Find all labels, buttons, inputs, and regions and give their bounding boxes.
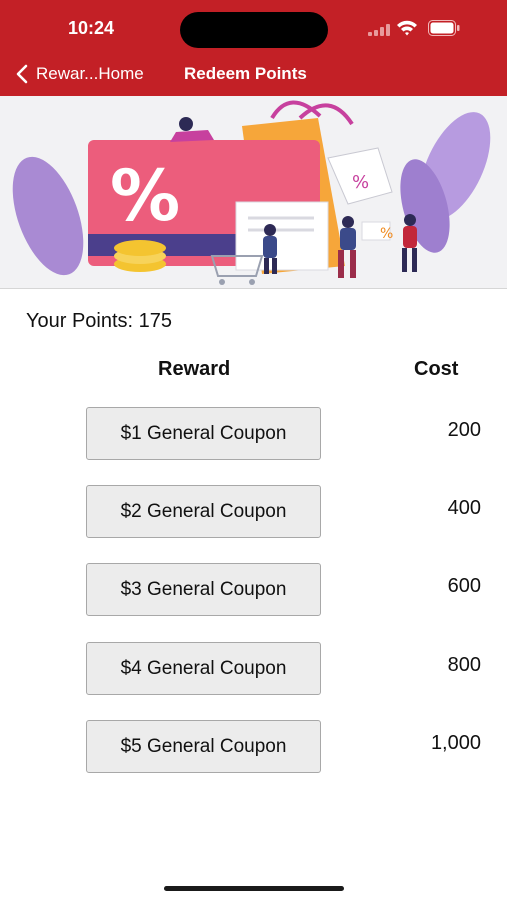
dynamic-island bbox=[180, 12, 328, 48]
reward-row: $1 General Coupon 200 bbox=[0, 407, 507, 461]
coupon-5-cost: 1,000 bbox=[430, 732, 481, 754]
page-title: Redeem Points bbox=[184, 64, 307, 83]
column-header-cost: Cost bbox=[414, 358, 459, 380]
status-time: 10:24 bbox=[68, 18, 115, 38]
promo-banner: % % % bbox=[0, 96, 507, 288]
coupon-2-button[interactable]: $2 General Coupon bbox=[86, 485, 321, 538]
points-balance: Your Points: 175 bbox=[26, 310, 173, 332]
coupon-1-button[interactable]: $1 General Coupon bbox=[86, 407, 321, 460]
header-bar: 10:24 Rewar...Home Redeem Points bbox=[0, 0, 507, 96]
cellular-signal-icon bbox=[368, 24, 390, 36]
coupon-4-button[interactable]: $4 General Coupon bbox=[86, 642, 321, 695]
reward-row: $5 General Coupon 1,000 bbox=[0, 720, 507, 774]
chevron-left-icon bbox=[16, 64, 28, 84]
svg-text:%: % bbox=[380, 226, 393, 242]
coupon-2-cost: 400 bbox=[447, 497, 481, 519]
battery-icon bbox=[428, 20, 460, 36]
coupon-1-cost: 200 bbox=[447, 419, 481, 441]
promo-sale-illustration: % % % bbox=[0, 96, 507, 288]
reward-row: $4 General Coupon 800 bbox=[0, 642, 507, 696]
coupon-3-cost: 600 bbox=[447, 575, 481, 597]
reward-row: $2 General Coupon 400 bbox=[0, 485, 507, 539]
back-button-label: Rewar...Home bbox=[36, 64, 144, 83]
coupon-4-cost: 800 bbox=[447, 654, 481, 676]
svg-text:%: % bbox=[352, 172, 369, 193]
column-header-reward: Reward bbox=[158, 358, 231, 380]
home-indicator[interactable] bbox=[164, 886, 344, 891]
percent-glyph: % bbox=[110, 155, 180, 237]
coupon-5-button[interactable]: $5 General Coupon bbox=[86, 720, 321, 773]
banner-divider bbox=[0, 288, 507, 289]
wifi-icon bbox=[397, 20, 417, 36]
coupon-3-button[interactable]: $3 General Coupon bbox=[86, 563, 321, 616]
reward-row: $3 General Coupon 600 bbox=[0, 563, 507, 617]
back-button[interactable]: Rewar...Home bbox=[12, 60, 144, 88]
